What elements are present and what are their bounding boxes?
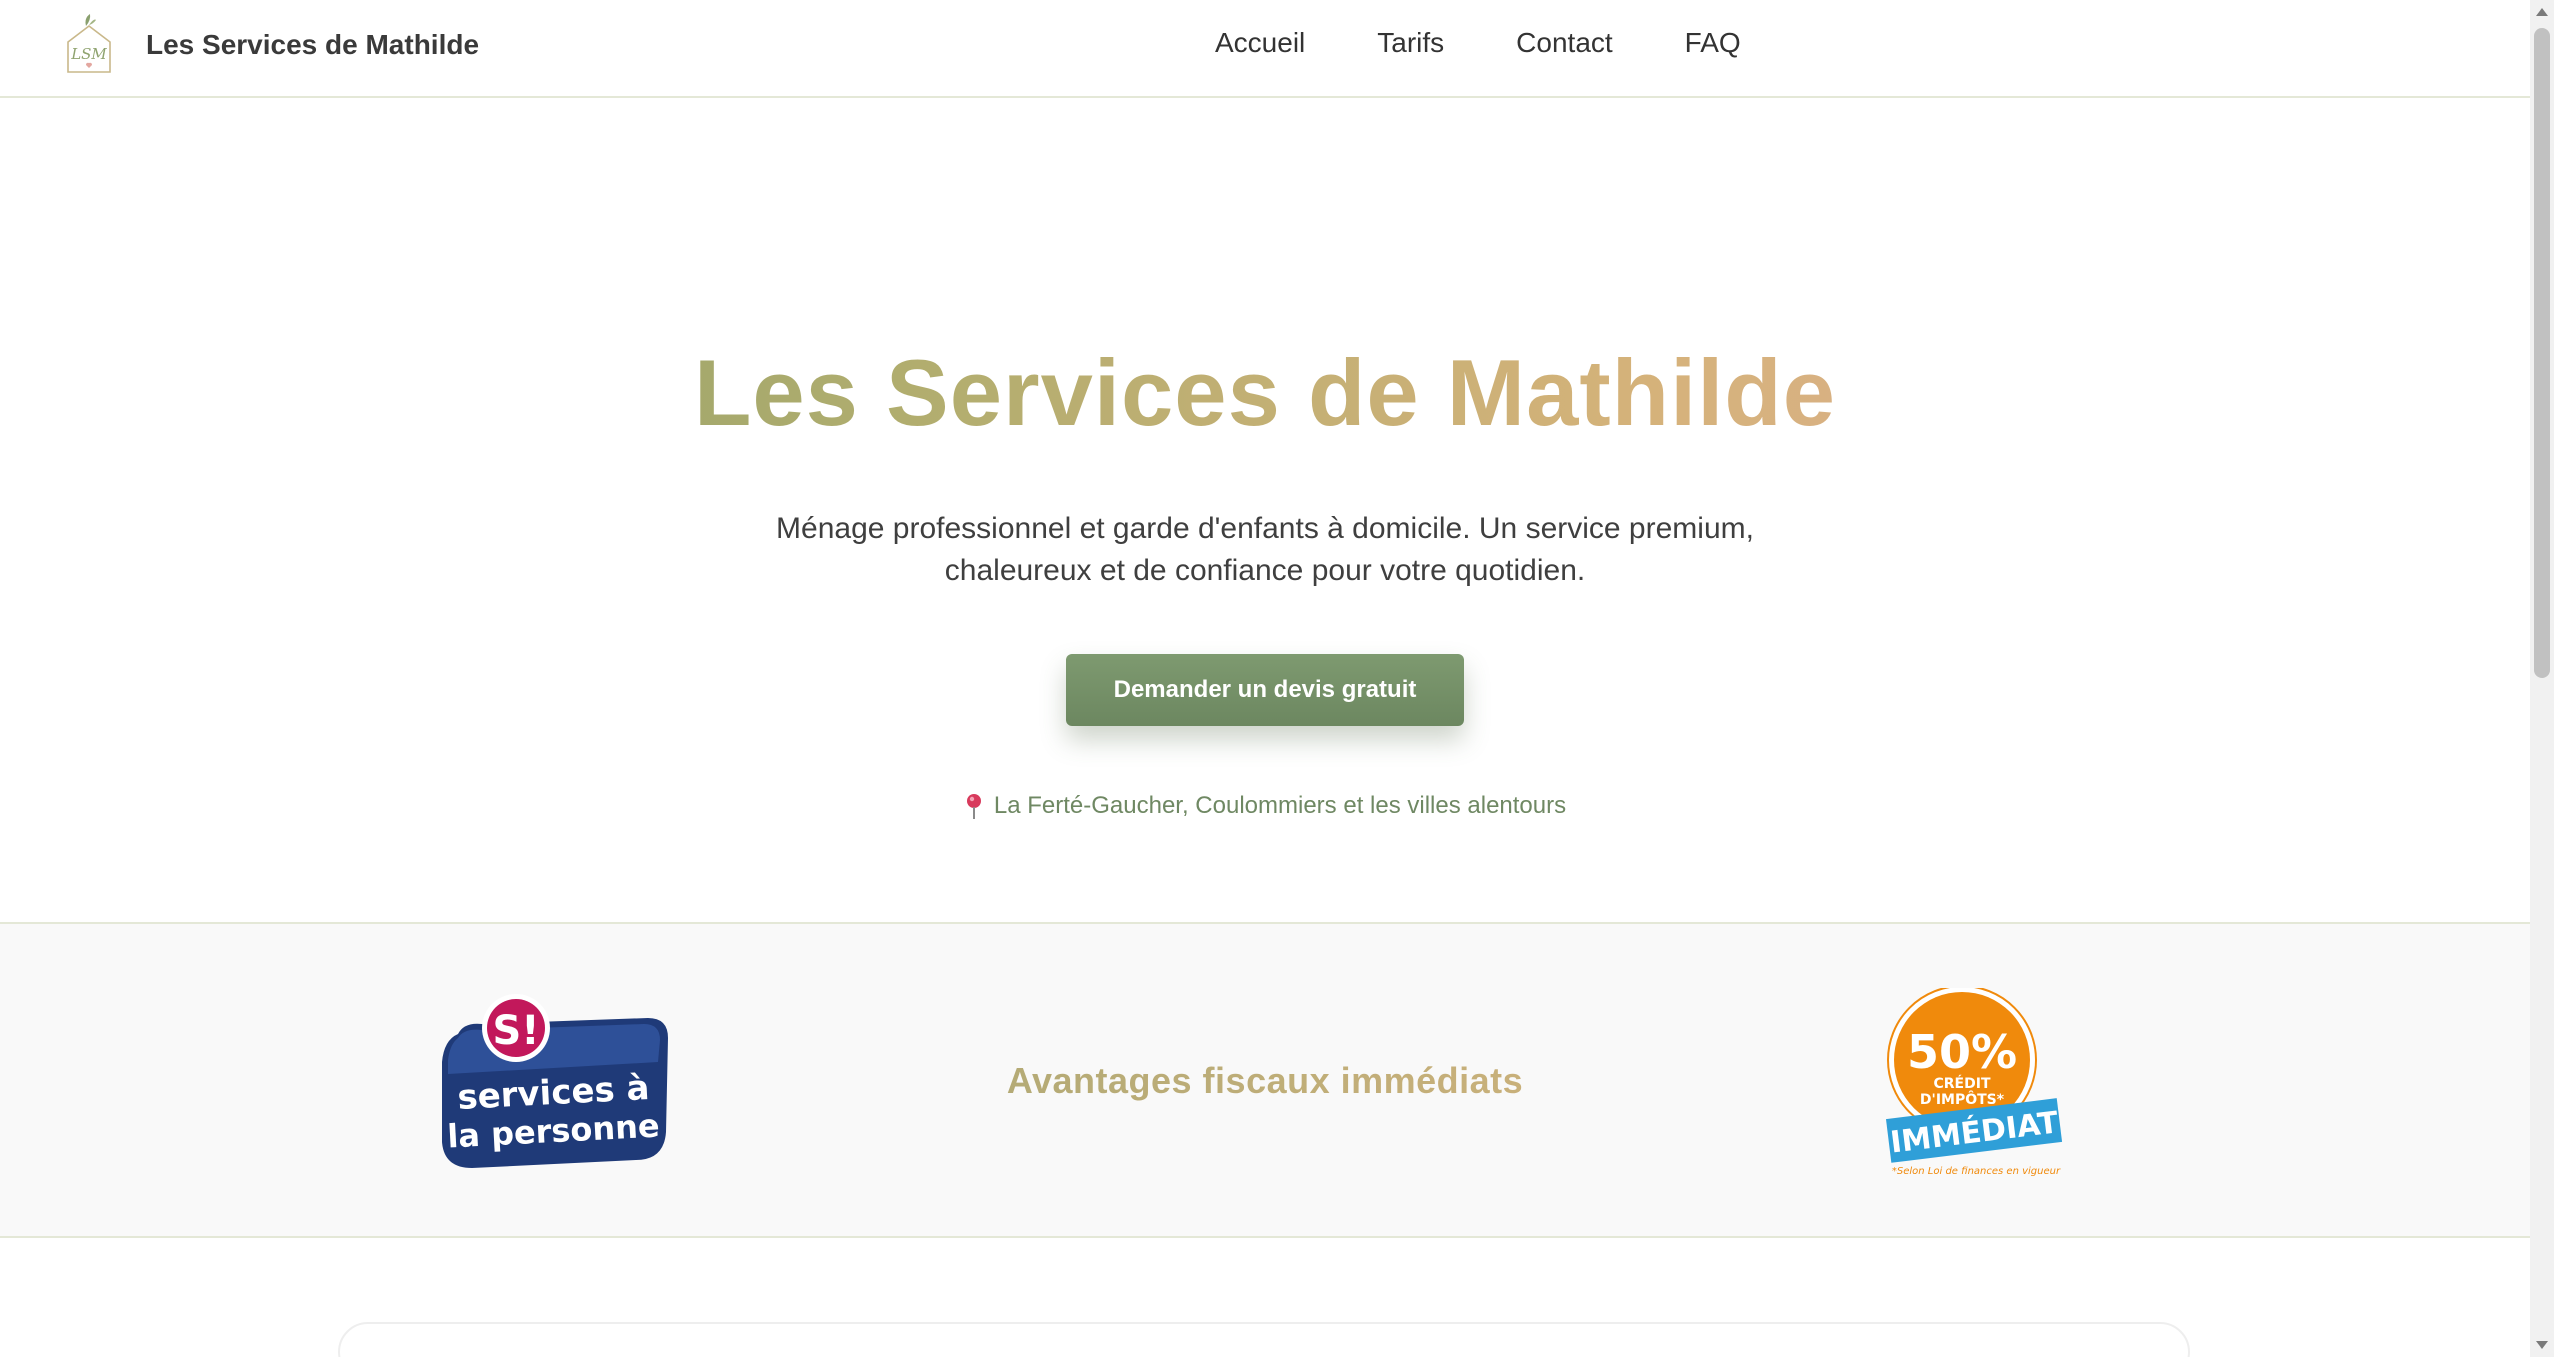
nav-accueil[interactable]: Accueil <box>1215 27 1305 59</box>
hero-title: Les Services de Mathilde <box>0 338 2530 448</box>
brand[interactable]: LSM Les Services de Mathilde <box>62 12 479 78</box>
tax-line1: CRÉDIT <box>1934 1075 1991 1092</box>
scroll-down-arrow-icon[interactable] <box>2536 1341 2548 1349</box>
service-area-text: La Ferté-Gaucher, Coulommiers et les vil… <box>993 792 1567 819</box>
hero-section: Les Services de Mathilde Ménage professi… <box>0 100 2530 922</box>
nav-contact[interactable]: Contact <box>1516 27 1613 59</box>
brand-name: Les Services de Mathilde <box>146 29 480 60</box>
map-pin-icon <box>966 794 981 819</box>
tax-benefits-title: Avantages fiscaux immédiats <box>0 1060 2530 1102</box>
tax-percent: 50% <box>1907 1025 2017 1079</box>
tax-line2: D'IMPÔTS* <box>1920 1090 2005 1108</box>
page: LSM Les Services de Mathilde Accueil Tar… <box>0 0 2554 1357</box>
site-header: LSM Les Services de Mathilde Accueil Tar… <box>0 0 2530 98</box>
hero-subtitle: Ménage professionnel et garde d'enfants … <box>776 512 1754 587</box>
main-nav: Accueil Tarifs Contact FAQ <box>1215 27 1741 59</box>
nav-faq[interactable]: FAQ <box>1685 27 1741 59</box>
tax-credit-badge: 50% CRÉDIT D'IMPÔTS* IMMÉDIAT *Selon Loi… <box>1886 988 2063 1177</box>
tax-footnote: *Selon Loi de finances en vigueur <box>1892 1166 2061 1177</box>
tax-benefits-band: S! services à la personne Avantages fisc… <box>0 922 2530 1238</box>
scroll-up-arrow-icon[interactable] <box>2536 8 2548 16</box>
quote-request-button[interactable]: Demander un devis gratuit <box>1066 654 1464 726</box>
sap-badge-text: S! <box>492 1008 539 1054</box>
house-logo-icon: LSM <box>67 14 111 73</box>
logo-letters: LSM <box>70 45 107 63</box>
scroll-thumb[interactable] <box>2534 28 2550 678</box>
service-area: La Ferté-Gaucher, Coulommiers et les vil… <box>0 792 2530 820</box>
nav-tarifs[interactable]: Tarifs <box>1377 27 1444 59</box>
content-card <box>338 1322 2190 1357</box>
scrollbar[interactable] <box>2530 0 2554 1357</box>
